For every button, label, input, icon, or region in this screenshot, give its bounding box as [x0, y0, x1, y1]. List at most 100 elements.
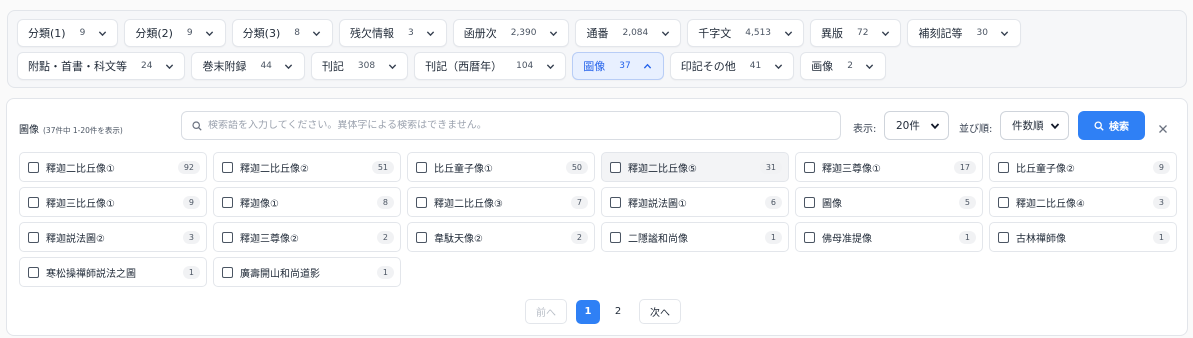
item-checkbox[interactable] [804, 196, 815, 208]
item-checkbox[interactable] [998, 231, 1009, 243]
item-count-badge: 1 [958, 230, 976, 244]
facet-chip-count: 2,390 [510, 28, 537, 38]
item-checkbox[interactable] [610, 231, 621, 243]
result-item[interactable]: 釋迦三尊像② 2 [213, 222, 401, 252]
result-item[interactable]: 韋駄天像② 2 [407, 222, 595, 252]
result-item[interactable]: 釋迦二比丘像⑤ 31 [601, 152, 789, 182]
facet-chip-count: 9 [79, 28, 86, 38]
facet-chip-count: 104 [516, 61, 534, 71]
item-checkbox[interactable] [222, 196, 233, 208]
facet-chip[interactable]: 附點・首書・科文等 24 [17, 52, 186, 80]
result-grid: 釋迦二比丘像① 92 釋迦二比丘像② 51 比丘童子像① 50 釋迦二比丘像⑤ 31 釋迦三尊像… [19, 152, 1177, 287]
item-checkbox[interactable] [28, 266, 39, 278]
result-item[interactable]: 釋迦二比丘像① 92 [19, 152, 207, 182]
facet-chip-count: 37 [619, 61, 631, 71]
item-checkbox[interactable] [222, 266, 233, 278]
item-checkbox[interactable] [998, 161, 1009, 173]
item-checkbox[interactable] [416, 231, 427, 243]
item-label: 釋迦二比丘像③ [434, 198, 503, 210]
result-item[interactable]: 釋迦二比丘像③ 7 [407, 187, 595, 217]
facet-chip[interactable]: 分類(1) 9 [17, 19, 119, 47]
facet-chip-label: 分類(3) [242, 27, 281, 40]
result-item[interactable]: 釋迦三尊像① 17 [795, 152, 983, 182]
result-item[interactable]: 廣壽開山和尚道影 1 [213, 257, 401, 287]
result-item[interactable]: 寒松操禪師説法之圖 1 [19, 257, 207, 287]
result-item[interactable]: 釋迦二比丘像② 51 [213, 152, 401, 182]
facet-chip[interactable]: 圖像 37 [572, 52, 664, 80]
facet-chip[interactable]: 千字文 4,513 [687, 19, 805, 47]
facet-chip[interactable]: 補刻記等 30 [907, 19, 1021, 47]
search-box[interactable] [181, 111, 841, 140]
search-button[interactable]: 検索 [1078, 111, 1145, 140]
item-checkbox[interactable] [610, 161, 621, 173]
panel-title-text: 圖像 [19, 125, 39, 136]
facet-chip-label: 分類(2) [135, 27, 173, 40]
result-item[interactable]: 古林禪師像 1 [989, 222, 1177, 252]
facet-chip[interactable]: 通番 2,084 [575, 19, 682, 47]
next-page-button[interactable]: 次へ [639, 299, 681, 324]
result-item[interactable]: 佛母准提像 1 [795, 222, 983, 252]
page-number-button[interactable]: 2 [606, 300, 630, 324]
search-icon [1094, 120, 1104, 131]
item-label: 釋迦二比丘像⑤ [628, 163, 697, 175]
item-checkbox[interactable] [28, 196, 39, 208]
item-checkbox[interactable] [28, 231, 39, 243]
item-checkbox[interactable] [804, 231, 815, 243]
item-checkbox[interactable] [28, 161, 39, 173]
search-input[interactable] [208, 120, 828, 131]
facet-chip-list: 分類(1) 9 分類(2) 9 分類(3) 8 残欠情報 3 函册次 2,390 通番 2,084 千字… [17, 19, 1182, 80]
item-checkbox[interactable] [416, 161, 427, 173]
result-item[interactable]: 比丘童子像① 50 [407, 152, 595, 182]
item-checkbox[interactable] [222, 231, 233, 243]
panel-title: 圖像 (37件中 1-20件を表示) [19, 121, 123, 136]
facet-chip[interactable]: 残欠情報 3 [338, 19, 447, 47]
item-checkbox[interactable] [804, 161, 815, 173]
facet-chip[interactable]: 異版 72 [810, 19, 902, 47]
item-count-badge: 17 [953, 160, 976, 174]
result-item[interactable]: 比丘童子像② 9 [989, 152, 1177, 182]
sort-select[interactable]: 件数順 [1000, 111, 1069, 140]
facet-chip[interactable]: 刊記 308 [310, 52, 409, 80]
page-number-button[interactable]: 1 [576, 299, 600, 324]
facet-chip-count: 2 [847, 61, 853, 71]
item-count-badge: 9 [182, 195, 200, 209]
item-label: 釋迦二比丘像② [240, 163, 309, 175]
item-checkbox[interactable] [610, 196, 621, 208]
result-item[interactable]: 釋迦三比丘像① 9 [19, 187, 207, 217]
item-checkbox[interactable] [998, 196, 1009, 208]
facet-chip[interactable]: 画像 2 [800, 52, 886, 80]
facet-chip[interactable]: 巻末附録 44 [191, 52, 305, 80]
result-item[interactable]: 釋迦説法圖① 6 [601, 187, 789, 217]
facet-chip[interactable]: 印記その他 41 [669, 52, 795, 80]
facet-chip[interactable]: 分類(2) 9 [124, 19, 226, 47]
sort-value: 件数順 [1012, 120, 1044, 132]
result-item[interactable]: 釋迦説法圖② 3 [19, 222, 207, 252]
item-label: 比丘童子像① [434, 163, 493, 175]
prev-page-button[interactable]: 前へ [525, 299, 567, 324]
item-count-badge: 5 [958, 195, 976, 209]
item-count-badge: 1 [1152, 230, 1170, 244]
result-item[interactable]: 圖像 5 [795, 187, 983, 217]
item-count-badge: 2 [570, 230, 588, 244]
facet-panel: 分類(1) 9 分類(2) 9 分類(3) 8 残欠情報 3 函册次 2,390 通番 2,084 千字… [7, 10, 1187, 88]
result-item[interactable]: 二隱謐和尚像 1 [601, 222, 789, 252]
facet-chip-count: 4,513 [745, 28, 772, 38]
chevron-down-icon [773, 61, 783, 71]
item-checkbox[interactable] [416, 196, 427, 208]
chevron-down-icon [660, 28, 670, 38]
item-checkbox[interactable] [222, 161, 233, 173]
facet-chip[interactable]: 分類(3) 8 [231, 19, 333, 47]
close-icon[interactable] [1158, 119, 1168, 138]
chevron-up-icon [643, 61, 653, 71]
item-count-badge: 9 [1152, 160, 1170, 174]
item-label: 韋駄天像② [434, 233, 483, 245]
facet-chip[interactable]: 刊記（西暦年） 104 [414, 52, 567, 80]
item-count-badge: 1 [182, 265, 200, 279]
item-label: 佛母准提像 [822, 233, 872, 245]
item-count-badge: 3 [182, 230, 200, 244]
result-item[interactable]: 釋迦二比丘像④ 3 [989, 187, 1177, 217]
result-item[interactable]: 釋迦像① 8 [213, 187, 401, 217]
facet-chip-count: 41 [749, 61, 762, 71]
facet-chip[interactable]: 函册次 2,390 [452, 19, 570, 47]
display-count-select[interactable]: 20件 [884, 111, 949, 140]
